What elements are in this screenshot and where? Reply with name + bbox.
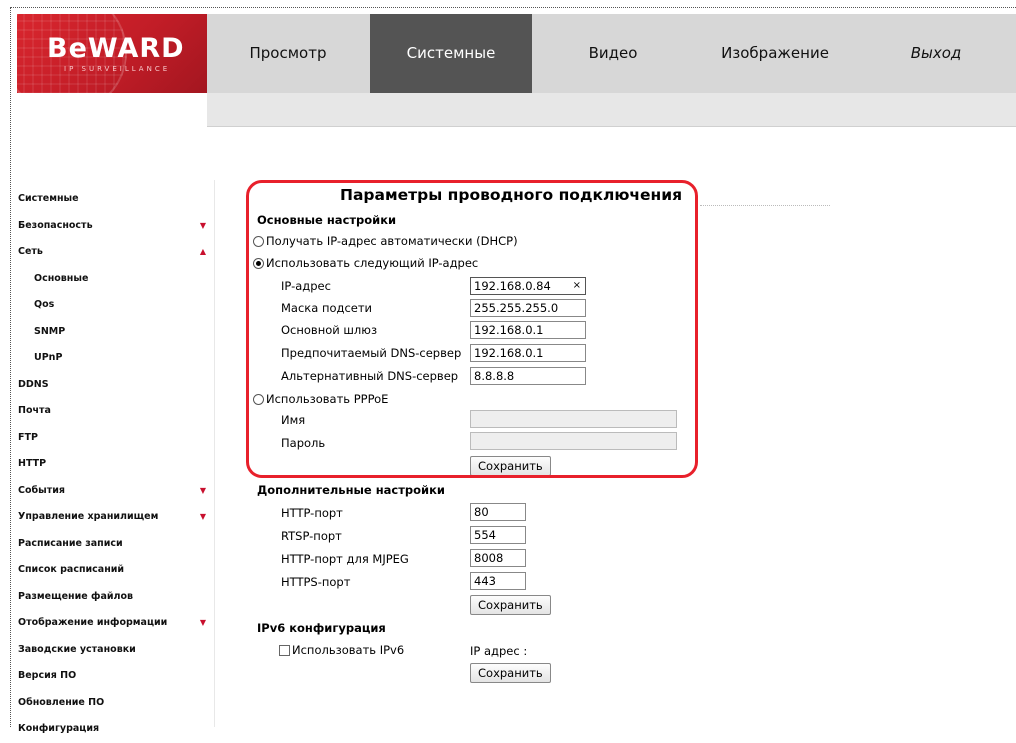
sidebar-item-ddns[interactable]: DDNS <box>18 372 214 399</box>
frame-top-border <box>10 7 1016 8</box>
nav-video[interactable]: Видео <box>532 14 694 93</box>
sidebar-item-security[interactable]: Безопасность ▼ <box>18 213 214 240</box>
sidebar-item-network[interactable]: Сеть ▲ <box>18 239 214 266</box>
advanced-settings-heading: Дополнительные настройки <box>257 483 445 497</box>
expand-arrow-icon[interactable]: ▼ <box>200 478 206 505</box>
https-port-input[interactable]: 443 <box>470 572 526 590</box>
sidebar: Системные Безопасность ▼ Сеть ▲ Основные Q… <box>18 186 214 743</box>
sidebar-item-qos[interactable]: Qos <box>18 292 214 319</box>
mjpeg-port-label: HTTP-порт для MJPEG <box>281 552 409 566</box>
sidebar-item-http[interactable]: HTTP <box>18 451 214 478</box>
sidebar-item-system[interactable]: Системные <box>18 186 214 213</box>
sidebar-item-mail[interactable]: Почта <box>18 398 214 425</box>
save-advanced-button[interactable]: Сохранить <box>470 595 551 615</box>
expand-arrow-icon[interactable]: ▼ <box>200 610 206 637</box>
rtsp-port-input[interactable]: 554 <box>470 526 526 544</box>
expand-arrow-icon[interactable]: ▼ <box>200 504 206 531</box>
frame-left-border <box>10 7 11 727</box>
ipv6-heading: IPv6 конфигурация <box>257 621 386 635</box>
sidebar-item-info-display[interactable]: Отображение информации ▼ <box>18 610 214 637</box>
use-ipv6-label: Использовать IPv6 <box>292 643 405 657</box>
sidebar-item-record-schedule[interactable]: Расписание записи <box>18 531 214 558</box>
https-port-label: HTTPS-порт <box>281 575 351 589</box>
logo: BeWARD IP SURVEILLANCE <box>17 14 207 93</box>
collapse-arrow-icon[interactable]: ▲ <box>200 239 206 266</box>
mjpeg-port-input[interactable]: 8008 <box>470 549 526 567</box>
save-ipv6-button[interactable]: Сохранить <box>470 663 551 683</box>
use-ipv6-checkbox[interactable]: Использовать IPv6 <box>279 643 404 657</box>
expand-arrow-icon[interactable]: ▼ <box>200 213 206 240</box>
checkbox-icon[interactable] <box>279 644 290 656</box>
logo-text: BeWARD <box>47 33 185 64</box>
title-divider <box>700 205 830 206</box>
logo-subtitle: IP SURVEILLANCE <box>64 65 171 73</box>
sidebar-item-ftp[interactable]: FTP <box>18 425 214 452</box>
sidebar-item-upnp[interactable]: UPnP <box>18 345 214 372</box>
sidebar-item-events[interactable]: События ▼ <box>18 478 214 505</box>
sidebar-item-file-location[interactable]: Размещение файлов <box>18 584 214 611</box>
nav-exit[interactable]: Выход <box>856 14 1016 93</box>
nav-view[interactable]: Просмотр <box>207 14 369 93</box>
top-nav: Просмотр Системные Видео Изображение Вых… <box>207 14 1016 93</box>
sidebar-item-snmp[interactable]: SNMP <box>18 319 214 346</box>
sidebar-item-basic[interactable]: Основные <box>18 266 214 293</box>
sidebar-item-schedule-list[interactable]: Список расписаний <box>18 557 214 584</box>
sidebar-item-firmware-update[interactable]: Обновление ПО <box>18 690 214 717</box>
nav-image[interactable]: Изображение <box>694 14 856 93</box>
ipv6-address-label: IP адрес : <box>470 644 528 658</box>
sidebar-item-storage[interactable]: Управление хранилищем ▼ <box>18 504 214 531</box>
http-port-input[interactable]: 80 <box>470 503 526 521</box>
sidebar-item-configuration[interactable]: Конфигурация <box>18 716 214 743</box>
highlight-frame <box>246 180 698 478</box>
sidebar-item-firmware-version[interactable]: Версия ПО <box>18 663 214 690</box>
rtsp-port-label: RTSP-порт <box>281 529 342 543</box>
http-port-label: HTTP-порт <box>281 506 343 520</box>
sub-nav-bar <box>207 93 1016 127</box>
nav-system[interactable]: Системные <box>370 14 532 93</box>
sidebar-divider <box>214 180 215 727</box>
sidebar-item-factory-reset[interactable]: Заводские установки <box>18 637 214 664</box>
